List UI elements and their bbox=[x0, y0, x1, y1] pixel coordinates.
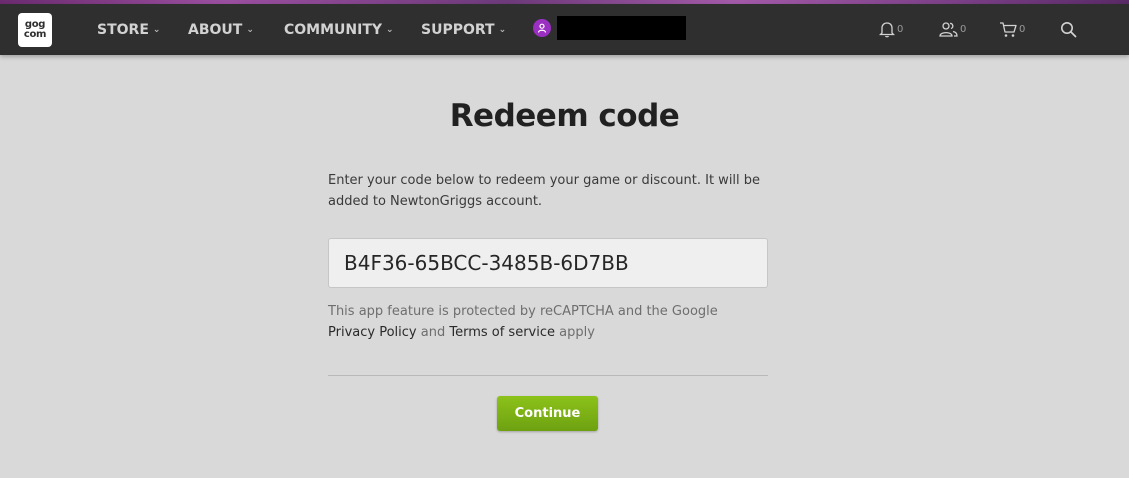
redeem-code-input[interactable] bbox=[328, 238, 768, 288]
continue-button[interactable]: Continue bbox=[497, 396, 598, 431]
nav-community[interactable]: COMMUNITY ⌄ bbox=[284, 4, 394, 55]
redeem-description: Enter your code below to redeem your gam… bbox=[328, 173, 761, 209]
notifications-count: 0 bbox=[897, 24, 904, 35]
search-button[interactable] bbox=[1060, 4, 1077, 55]
user-avatar[interactable] bbox=[533, 19, 551, 37]
top-navbar: gog com STORE ⌄ ABOUT ⌄ COMMUNITY ⌄ SUPP… bbox=[0, 4, 1129, 55]
bell-icon bbox=[879, 22, 895, 38]
recaptcha-text-middle: and bbox=[416, 325, 450, 340]
search-icon bbox=[1061, 22, 1077, 38]
friends-count: 0 bbox=[960, 24, 967, 35]
chevron-down-icon: ⌄ bbox=[152, 24, 161, 35]
cart-icon bbox=[1000, 22, 1017, 37]
friends-button[interactable]: 0 bbox=[939, 4, 966, 55]
chevron-down-icon: ⌄ bbox=[246, 24, 254, 35]
nav-community-label: COMMUNITY bbox=[284, 21, 383, 38]
nav-support-label: SUPPORT bbox=[421, 21, 495, 38]
nav-store[interactable]: STORE ⌄ bbox=[97, 4, 160, 55]
cart-button[interactable]: 0 bbox=[999, 4, 1025, 55]
nav-about-label: ABOUT bbox=[188, 21, 243, 38]
recaptcha-text-suffix: apply bbox=[555, 325, 595, 340]
nav-support[interactable]: SUPPORT ⌄ bbox=[421, 4, 506, 55]
user-icon bbox=[537, 23, 547, 33]
gog-logo[interactable]: gog com bbox=[18, 13, 52, 47]
logo-text-bottom: com bbox=[23, 29, 47, 40]
terms-of-service-link[interactable]: Terms of service bbox=[449, 325, 555, 340]
nav-store-label: STORE bbox=[97, 21, 149, 38]
friends-icon bbox=[939, 22, 958, 37]
recaptcha-text-prefix: This app feature is protected by reCAPTC… bbox=[328, 304, 718, 319]
divider bbox=[328, 375, 768, 376]
privacy-policy-link[interactable]: Privacy Policy bbox=[328, 325, 417, 340]
page-title: Redeem code bbox=[449, 98, 680, 134]
chevron-down-icon: ⌄ bbox=[386, 24, 394, 35]
cart-count: 0 bbox=[1019, 24, 1026, 35]
nav-about[interactable]: ABOUT ⌄ bbox=[188, 4, 254, 55]
username-redacted[interactable] bbox=[557, 16, 686, 40]
notifications-button[interactable]: 0 bbox=[879, 4, 903, 55]
recaptcha-notice: This app feature is protected by reCAPTC… bbox=[328, 301, 768, 343]
chevron-down-icon: ⌄ bbox=[498, 24, 507, 35]
